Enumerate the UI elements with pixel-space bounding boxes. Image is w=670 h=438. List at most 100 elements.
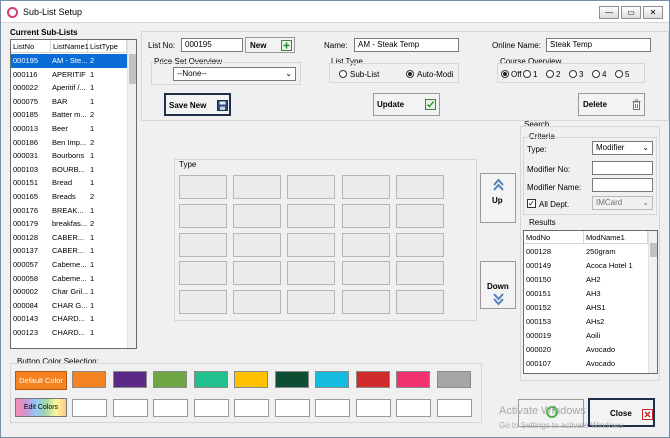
color-swatch[interactable]	[274, 371, 309, 388]
col-listname[interactable]: ListName1	[51, 40, 89, 53]
type-grid-button[interactable]	[342, 261, 390, 285]
color-swatch[interactable]	[153, 371, 187, 388]
down-button[interactable]: Down	[480, 261, 516, 309]
type-grid-button[interactable]	[287, 233, 335, 257]
name-field[interactable]: AM - Steak Temp	[354, 38, 459, 52]
sublist-row[interactable]: 000022 Aperitif /... 1	[11, 81, 127, 95]
course-radio-4[interactable]	[592, 70, 600, 78]
results-scrollbar[interactable]	[648, 231, 657, 373]
type-grid-button[interactable]	[179, 261, 227, 285]
all-dept-checkbox[interactable]: ✓	[527, 199, 536, 208]
results-scroll-thumb[interactable]	[650, 243, 657, 257]
sublist-row[interactable]: 000058 Cabeme... 1	[11, 272, 127, 286]
sublist-row[interactable]: 000103 BOURB... 1	[11, 163, 127, 177]
results-table[interactable]: ModNo ModName1 000128 250gram 000149 Acoca …	[523, 230, 658, 374]
custom-color-slot[interactable]	[315, 399, 350, 417]
type-grid-button[interactable]	[342, 175, 390, 199]
online-name-field[interactable]: Steak Temp	[546, 38, 651, 52]
col-modname[interactable]: ModName1	[584, 231, 648, 244]
sublist-row[interactable]: 000186 Ben Imp... 2	[11, 136, 127, 150]
radio-auto-modi[interactable]	[406, 70, 414, 78]
type-grid-button[interactable]	[396, 261, 444, 285]
type-grid-button[interactable]	[287, 204, 335, 228]
sublist-row[interactable]: 000002 Char Gril... 1	[11, 285, 127, 299]
modifier-no-field[interactable]	[592, 161, 653, 175]
result-row[interactable]: 000107 Avocado	[524, 357, 648, 371]
course-radio-3[interactable]	[569, 70, 577, 78]
sublist-table[interactable]: ListNo ListName1 ListType 000195 AM - Ste…	[10, 39, 137, 349]
sublist-scroll-thumb[interactable]	[129, 54, 136, 84]
sublist-row[interactable]: 000084 CHAR G... 1	[11, 299, 127, 313]
save-new-button[interactable]: Save New	[164, 93, 231, 116]
color-swatch[interactable]	[193, 371, 228, 388]
type-grid-button[interactable]	[233, 175, 281, 199]
result-row[interactable]: 000150 AH2	[524, 273, 648, 287]
type-grid-button[interactable]	[179, 204, 227, 228]
color-swatch[interactable]	[436, 371, 471, 388]
modifier-name-field[interactable]	[592, 178, 653, 192]
course-radio-off[interactable]	[501, 70, 509, 78]
sublist-row[interactable]: 000057 Cabeme... 1	[11, 258, 127, 272]
price-set-select[interactable]: --None-- ⌄	[173, 67, 296, 81]
result-row[interactable]: 000149 Acoca Hotel 1	[524, 259, 648, 273]
sublist-row[interactable]: 000128 CABER... 1	[11, 231, 127, 245]
color-swatch[interactable]	[234, 371, 268, 388]
sublist-row[interactable]: 000116 APERITIF 1	[11, 68, 127, 82]
type-grid-button[interactable]	[287, 175, 335, 199]
default-color-button[interactable]: Default Color	[15, 371, 67, 390]
col-listno[interactable]: ListNo	[11, 40, 51, 53]
list-no-field[interactable]: 000195	[181, 38, 243, 52]
dept-select[interactable]: IMCard ⌄	[592, 196, 653, 210]
delete-button[interactable]: Delete	[578, 93, 645, 116]
sublist-row[interactable]: 000185 Batter m... 2	[11, 108, 127, 122]
sublist-scrollbar[interactable]	[127, 40, 136, 348]
sublist-row[interactable]: 000165 Breads 2	[11, 190, 127, 204]
result-row[interactable]: 000128 250gram	[524, 245, 648, 259]
edit-colors-button[interactable]: Edit Colors	[15, 398, 67, 417]
type-grid-button[interactable]	[342, 204, 390, 228]
color-swatch[interactable]	[112, 371, 147, 388]
type-grid-button[interactable]	[396, 290, 444, 314]
custom-color-slot[interactable]	[234, 399, 269, 417]
minimize-button[interactable]: —	[599, 6, 619, 19]
result-row[interactable]: 000153 AHs2	[524, 315, 648, 329]
sublist-row[interactable]: 000123 CHARD... 1	[11, 326, 127, 340]
type-grid-button[interactable]	[396, 233, 444, 257]
sublist-row[interactable]: 000151 Bread 1	[11, 176, 127, 190]
col-modno[interactable]: ModNo	[524, 231, 584, 244]
sublist-row[interactable]: 000137 CABER... 1	[11, 244, 127, 258]
color-swatch[interactable]	[315, 371, 349, 388]
type-grid-button[interactable]	[287, 290, 335, 314]
color-swatch[interactable]	[72, 371, 106, 388]
sublist-row[interactable]: 000031 Bourbons 1	[11, 149, 127, 163]
custom-color-slot[interactable]	[153, 399, 188, 417]
type-grid-button[interactable]	[233, 261, 281, 285]
type-grid-button[interactable]	[233, 290, 281, 314]
type-grid-button[interactable]	[396, 204, 444, 228]
type-grid-button[interactable]	[396, 175, 444, 199]
custom-color-slot[interactable]	[274, 399, 310, 417]
result-row[interactable]: 000019 Aoili	[524, 329, 648, 343]
color-swatch[interactable]	[355, 371, 390, 388]
sublist-row[interactable]: 000143 CHARD... 1	[11, 312, 127, 326]
col-listtype[interactable]: ListType	[88, 40, 127, 53]
sublist-row[interactable]: 000013 Beer 1	[11, 122, 127, 136]
custom-color-slot[interactable]	[355, 399, 391, 417]
course-radio-2[interactable]	[546, 70, 554, 78]
custom-color-slot[interactable]	[112, 399, 148, 417]
color-swatch[interactable]	[396, 371, 430, 388]
type-grid-button[interactable]	[179, 290, 227, 314]
close-window-button[interactable]: ✕	[643, 6, 663, 19]
radio-sublist[interactable]	[339, 70, 347, 78]
type-grid-button[interactable]	[287, 261, 335, 285]
update-button[interactable]: Update	[373, 93, 440, 116]
type-grid-button[interactable]	[342, 233, 390, 257]
up-button[interactable]: Up	[480, 173, 516, 223]
sublist-row[interactable]: 000075 BAR 1	[11, 95, 127, 109]
new-button[interactable]: New	[245, 37, 295, 53]
type-grid-button[interactable]	[342, 290, 390, 314]
type-grid-button[interactable]	[179, 175, 227, 199]
type-grid-button[interactable]	[179, 233, 227, 257]
result-row[interactable]: 000152 AHS1	[524, 301, 648, 315]
custom-color-slot[interactable]	[72, 399, 107, 417]
